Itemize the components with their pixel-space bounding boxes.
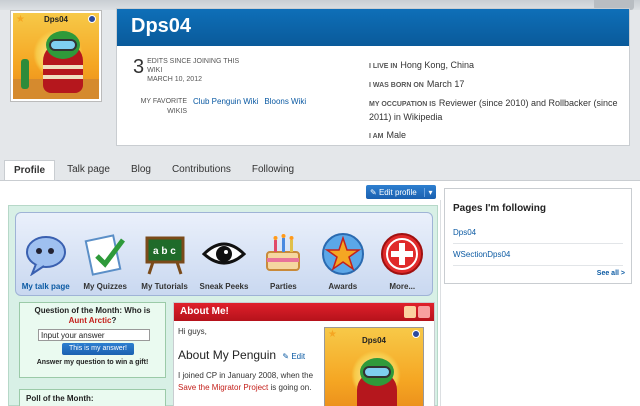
edit-section-link[interactable]: ✎ Edit [282, 352, 305, 361]
penguin-stripe [43, 65, 83, 69]
see-all-link[interactable]: See all > [597, 270, 625, 277]
profile-avatar[interactable]: ★ Dps04 [10, 10, 102, 102]
icon-bar-item-sneak-peeks[interactable]: Sneak Peeks [196, 232, 252, 291]
chalkboard-icon: a b c [145, 236, 185, 275]
edit-profile-label: Edit profile [378, 187, 417, 197]
icon-bar-item-parties[interactable]: Parties [255, 232, 311, 291]
question-note: Answer my question to win a gift! [36, 359, 149, 366]
poll-of-month-box: Poll of the Month: [19, 389, 166, 406]
favorite-wikis: MY FAVORITE WIKIS Club Penguin Wiki Bloo… [135, 97, 312, 117]
favorite-wiki-link[interactable]: Bloons Wiki [264, 97, 306, 117]
about-me-header: About Me! [174, 303, 434, 321]
plus-circle-icon [381, 233, 424, 275]
svg-text:a b c: a b c [153, 246, 176, 257]
tools-icon [418, 306, 430, 318]
about-me-section: About Me! Hi guys, About My Penguin ✎ Ed… [173, 302, 435, 406]
info-row-location: I LIVE IN Hong Kong, China [369, 60, 474, 70]
edit-count: 3 [133, 56, 145, 78]
profile-tabs: Profile Talk page Blog Contributions Fol… [4, 160, 306, 180]
following-title: Pages I'm following [453, 203, 546, 214]
submit-answer-button[interactable]: This is my answer! [62, 343, 134, 355]
mini-avatar-name: Dps04 [361, 336, 386, 345]
pencil-icon: ✎ [370, 187, 379, 197]
user-info: I LIVE IN Hong Kong, China I WAS BORN ON M… [369, 59, 619, 148]
icon-bar-item-quizzes[interactable]: My Quizzes [77, 232, 133, 291]
cake-icon [266, 234, 301, 271]
join-date: MARCH 10, 2012 [147, 76, 202, 83]
favorite-wiki-link[interactable]: Club Penguin Wiki [193, 97, 258, 117]
following-item[interactable]: WSectionDps04 [453, 250, 623, 266]
tab-following[interactable]: Following [243, 160, 303, 180]
info-row-gender: I AM Male [369, 130, 407, 140]
edits-label: EDITS SINCE JOINING THIS WIKI [147, 58, 240, 74]
tab-contributions[interactable]: Contributions [163, 160, 240, 180]
info-row-occupation: MY OCCUPATION IS Reviewer (since 2010) an… [369, 98, 618, 122]
icon-bar-item-awards[interactable]: Awards [315, 232, 371, 291]
info-row-birthday: I WAS BORN ON March 17 [369, 79, 465, 89]
avatar-image: ★ Dps04 [13, 13, 99, 99]
about-text: I joined CP in January 2008, when the Sa… [178, 371, 314, 392]
tab-talk-page[interactable]: Talk page [58, 160, 119, 180]
icon-bar-item-tutorials[interactable]: a b c My Tutorials [137, 232, 193, 291]
tab-profile[interactable]: Profile [4, 160, 56, 180]
question-title: Question of the Month: Who is Aunt Arcti… [34, 306, 151, 325]
speech-bubble-icon [25, 236, 66, 276]
cactus-decoration [21, 59, 29, 89]
question-name: Aunt Arctic [68, 316, 112, 325]
people-icon [404, 306, 416, 318]
following-rail: Pages I'm following Dps04 WSectionDps04 … [444, 188, 632, 284]
profile-main-panel: My talk page My Quizzes a b c My Tutoria… [8, 205, 438, 406]
star-award-icon [321, 233, 364, 275]
answer-input[interactable]: Input your answer [38, 329, 150, 341]
following-item[interactable]: Dps04 [453, 228, 623, 244]
edit-profile-button[interactable]: ✎ Edit profile ▾ [366, 185, 436, 199]
member-badge-icon [412, 330, 420, 338]
penguin-goggles [363, 366, 391, 378]
penguin-picture: ★ Dps04 [324, 327, 424, 406]
rail-divider [440, 200, 441, 406]
penguin-goggles [49, 39, 77, 51]
penguin-stripe [43, 75, 83, 79]
username-title: Dps04 [117, 9, 629, 46]
member-badge-icon [88, 15, 96, 23]
profile-header: Dps04 3 EDITS SINCE JOINING THIS WIKI MA… [116, 8, 630, 146]
chevron-down-icon[interactable]: ▾ [424, 187, 436, 197]
edit-count-block: 3 EDITS SINCE JOINING THIS WIKI MARCH 10… [133, 57, 242, 84]
icon-bar-item-more[interactable]: More... [374, 232, 430, 291]
eye-icon [201, 242, 246, 265]
icon-bar-item-talk[interactable]: My talk page [18, 232, 74, 291]
avatar-name: Dps04 [43, 15, 68, 24]
migrator-project-link[interactable]: Save the Migrator Project [178, 383, 268, 392]
profile-icon-bar: My talk page My Quizzes a b c My Tutoria… [15, 212, 433, 296]
about-me-title: About Me! [180, 306, 229, 317]
tab-blog[interactable]: Blog [122, 160, 160, 180]
favorite-wikis-label: MY FAVORITE WIKIS [140, 98, 187, 115]
question-of-month-box: Question of the Month: Who is Aunt Arcti… [19, 302, 166, 378]
checklist-icon [84, 234, 126, 276]
